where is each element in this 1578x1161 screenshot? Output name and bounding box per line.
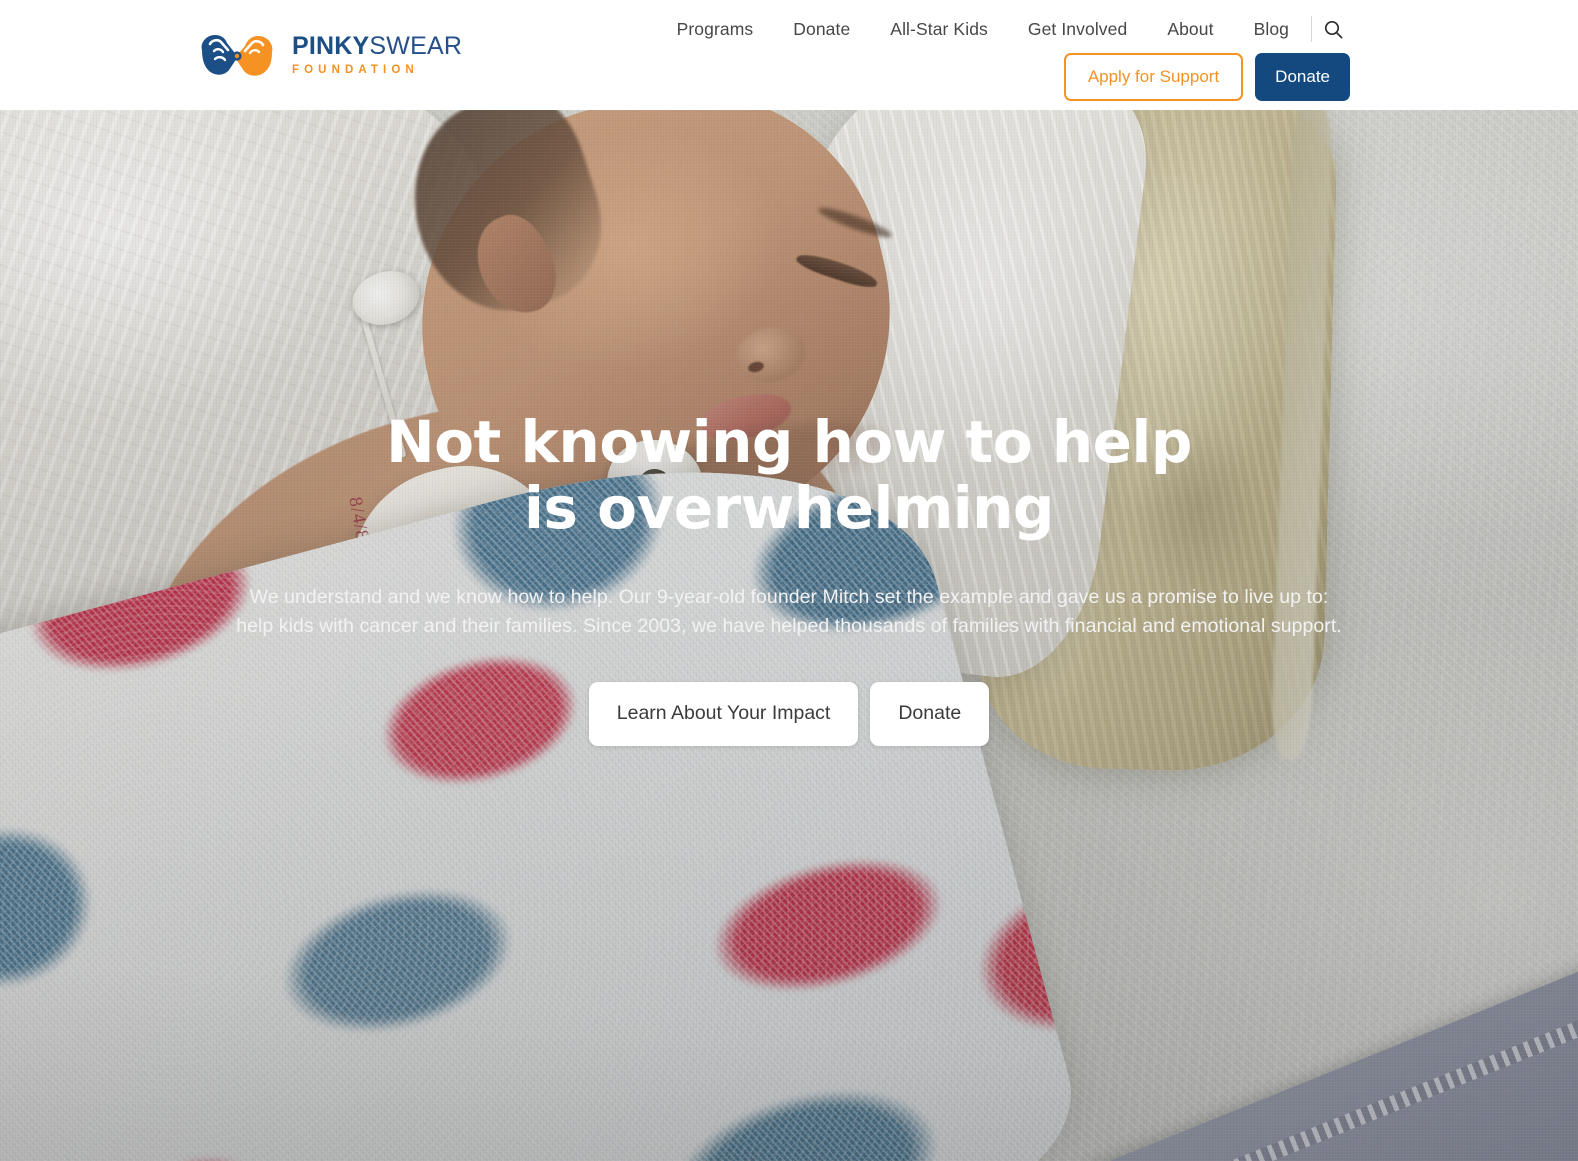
logo-subtitle: FOUNDATION — [292, 64, 419, 76]
apply-for-support-button[interactable]: Apply for Support — [1063, 53, 1244, 101]
nav-item-about[interactable]: About — [1147, 19, 1233, 40]
nav-item-donate[interactable]: Donate — [773, 19, 870, 40]
logo-name: PINKYSWEAR — [292, 34, 462, 59]
header-action-buttons: Apply for Support Donate — [1063, 53, 1350, 101]
search-button[interactable] — [1316, 14, 1350, 44]
learn-about-your-impact-button[interactable]: Learn About Your Impact — [588, 682, 859, 746]
site-logo[interactable]: PINKYSWEAR FOUNDATION — [196, 26, 462, 82]
hero-content: Not knowing how to help is overwhelming … — [0, 110, 1578, 746]
hero-section: 8/4/8 Not knowing how to help is overwhe… — [0, 110, 1578, 1161]
nav-item-get-involved[interactable]: Get Involved — [1008, 19, 1147, 40]
search-icon — [1324, 20, 1342, 38]
nav-divider — [1311, 16, 1312, 42]
hero-cta-group: Learn About Your Impact Donate — [0, 682, 1578, 746]
pinky-swear-hands-icon — [201, 35, 273, 76]
hero-subtitle: We understand and we know how to help. O… — [236, 586, 1342, 637]
hero-headline: Not knowing how to help is overwhelming — [386, 408, 1192, 542]
header-donate-button[interactable]: Donate — [1255, 53, 1350, 101]
nav-item-blog[interactable]: Blog — [1234, 19, 1309, 40]
nav-item-programs[interactable]: Programs — [657, 19, 774, 40]
site-header: PINKYSWEAR FOUNDATION Programs Donate Al… — [0, 0, 1578, 110]
logo-wordmark: PINKYSWEAR FOUNDATION — [292, 32, 462, 77]
page-root: PINKYSWEAR FOUNDATION Programs Donate Al… — [0, 0, 1578, 1161]
logo-name-swear: SWEAR — [369, 32, 463, 60]
nav-item-all-star-kids[interactable]: All-Star Kids — [870, 19, 1008, 40]
logo-name-pinky: PINKY — [292, 32, 370, 60]
hero-donate-button[interactable]: Donate — [870, 682, 990, 746]
primary-navigation: Programs Donate All-Star Kids Get Involv… — [657, 14, 1350, 44]
